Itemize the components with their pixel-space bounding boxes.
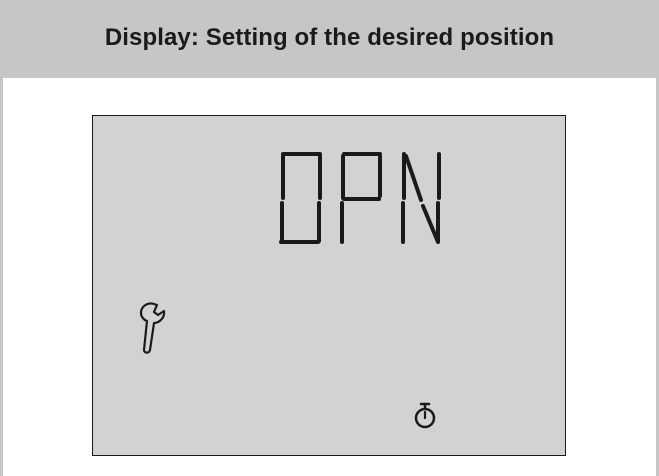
lcd-char-n: [401, 152, 441, 244]
stopwatch-icon: [414, 402, 436, 429]
left-border: [0, 78, 3, 476]
lcd-char-p: [340, 152, 382, 244]
lcd-display: [92, 115, 566, 456]
panel-title: Display: Setting of the desired position: [104, 24, 555, 51]
panel-header: Display: Setting of the desired position: [0, 0, 659, 78]
lcd-char-o: [279, 152, 322, 244]
lcd-segment-text: [279, 152, 441, 244]
instruction-panel: Display: Setting of the desired position: [0, 0, 659, 476]
wrench-icon: [139, 302, 166, 354]
